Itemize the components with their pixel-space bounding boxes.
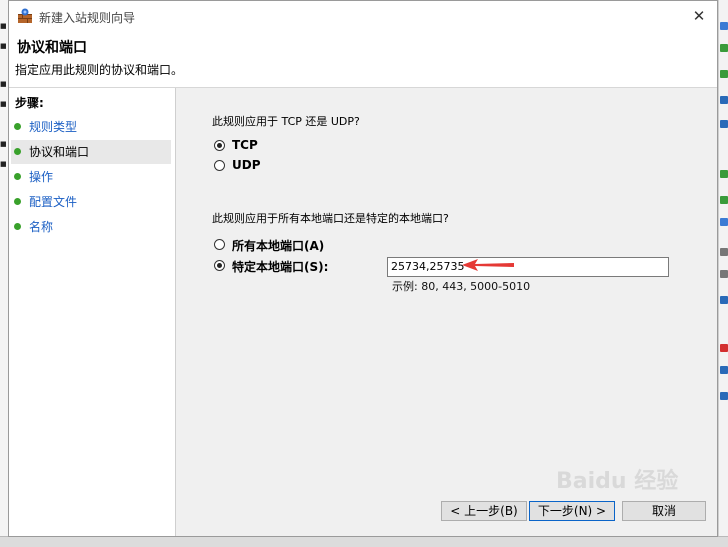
back-button[interactable]: < 上一步(B) <box>441 501 527 521</box>
step-label: 操作 <box>29 170 54 184</box>
background-window-right <box>718 0 728 546</box>
step-label: 配置文件 <box>29 195 78 209</box>
radio-label: 所有本地端口(A) <box>232 239 325 253</box>
specific-ports-input[interactable]: 25734,25735 <box>387 257 669 277</box>
background-icon <box>720 44 728 52</box>
page-description: 指定应用此规则的协议和端口。 <box>15 63 184 77</box>
background-mark: ■ <box>0 80 7 88</box>
step-name[interactable]: 名称 <box>11 215 171 239</box>
watermark: Baidu 经验 <box>556 469 679 494</box>
cancel-button[interactable]: 取消 <box>622 501 706 521</box>
step-bullet-icon <box>14 173 21 180</box>
radio-circle <box>214 160 225 171</box>
background-icon <box>720 22 728 30</box>
step-bullet-icon <box>14 123 21 130</box>
step-bullet-icon <box>14 148 21 155</box>
radio-circle <box>214 239 225 250</box>
ports-example: 示例: 80, 443, 5000-5010 <box>392 280 531 293</box>
title-bar: 新建入站规则向导 ✕ <box>9 1 717 31</box>
background-icon <box>720 344 728 352</box>
background-icon <box>720 196 728 204</box>
step-label: 规则类型 <box>29 120 78 134</box>
step-action[interactable]: 操作 <box>11 165 171 189</box>
background-mark: ■ <box>0 100 7 108</box>
step-protocol-and-ports[interactable]: 协议和端口 <box>11 140 171 164</box>
close-button[interactable]: ✕ <box>685 5 713 27</box>
protocol-question: 此规则应用于 TCP 还是 UDP? <box>212 115 360 128</box>
background-icon <box>720 120 728 128</box>
background-icon <box>720 296 728 304</box>
firewall-icon <box>18 8 32 23</box>
step-label: 名称 <box>29 220 54 234</box>
background-icon <box>720 270 728 278</box>
background-icon <box>720 392 728 400</box>
step-bullet-icon <box>14 223 21 230</box>
background-icon <box>720 70 728 78</box>
page-title: 协议和端口 <box>17 40 87 56</box>
step-label: 协议和端口 <box>29 145 90 159</box>
next-button[interactable]: 下一步(N) > <box>529 501 615 521</box>
close-icon: ✕ <box>692 7 706 25</box>
background-icon <box>720 218 728 226</box>
background-taskbar <box>0 536 728 547</box>
radio-label: TCP <box>232 138 258 152</box>
step-profile[interactable]: 配置文件 <box>11 190 171 214</box>
annotation-arrow-icon <box>462 259 514 271</box>
ports-question: 此规则应用于所有本地端口还是特定的本地端口? <box>212 212 449 225</box>
background-mark: ■ <box>0 42 7 50</box>
step-rule-type[interactable]: 规则类型 <box>11 115 171 139</box>
steps-title: 步骤: <box>15 96 44 110</box>
background-icon <box>720 170 728 178</box>
background-icon <box>720 248 728 256</box>
page-header: 协议和端口 指定应用此规则的协议和端口。 <box>9 31 717 88</box>
new-inbound-rule-wizard: 新建入站规则向导 ✕ 协议和端口 指定应用此规则的协议和端口。 步骤: 规则类型… <box>8 0 718 537</box>
steps-sidebar: 步骤: 规则类型 协议和端口 操作 配置文件 名称 <box>9 88 176 536</box>
background-icon <box>720 366 728 374</box>
window-title: 新建入站规则向导 <box>39 11 136 25</box>
wizard-content: 此规则应用于 TCP 还是 UDP? TCP UDP 此规则应用于所有本地端口还… <box>176 88 717 536</box>
background-mark: ■ <box>0 140 7 148</box>
step-bullet-icon <box>14 198 21 205</box>
background-mark: ■ <box>0 22 7 30</box>
radio-circle <box>214 260 225 271</box>
radio-circle <box>214 140 225 151</box>
background-icon <box>720 96 728 104</box>
radio-label: 特定本地端口(S): <box>232 260 329 274</box>
radio-label: UDP <box>232 158 261 172</box>
background-mark: ■ <box>0 160 7 168</box>
